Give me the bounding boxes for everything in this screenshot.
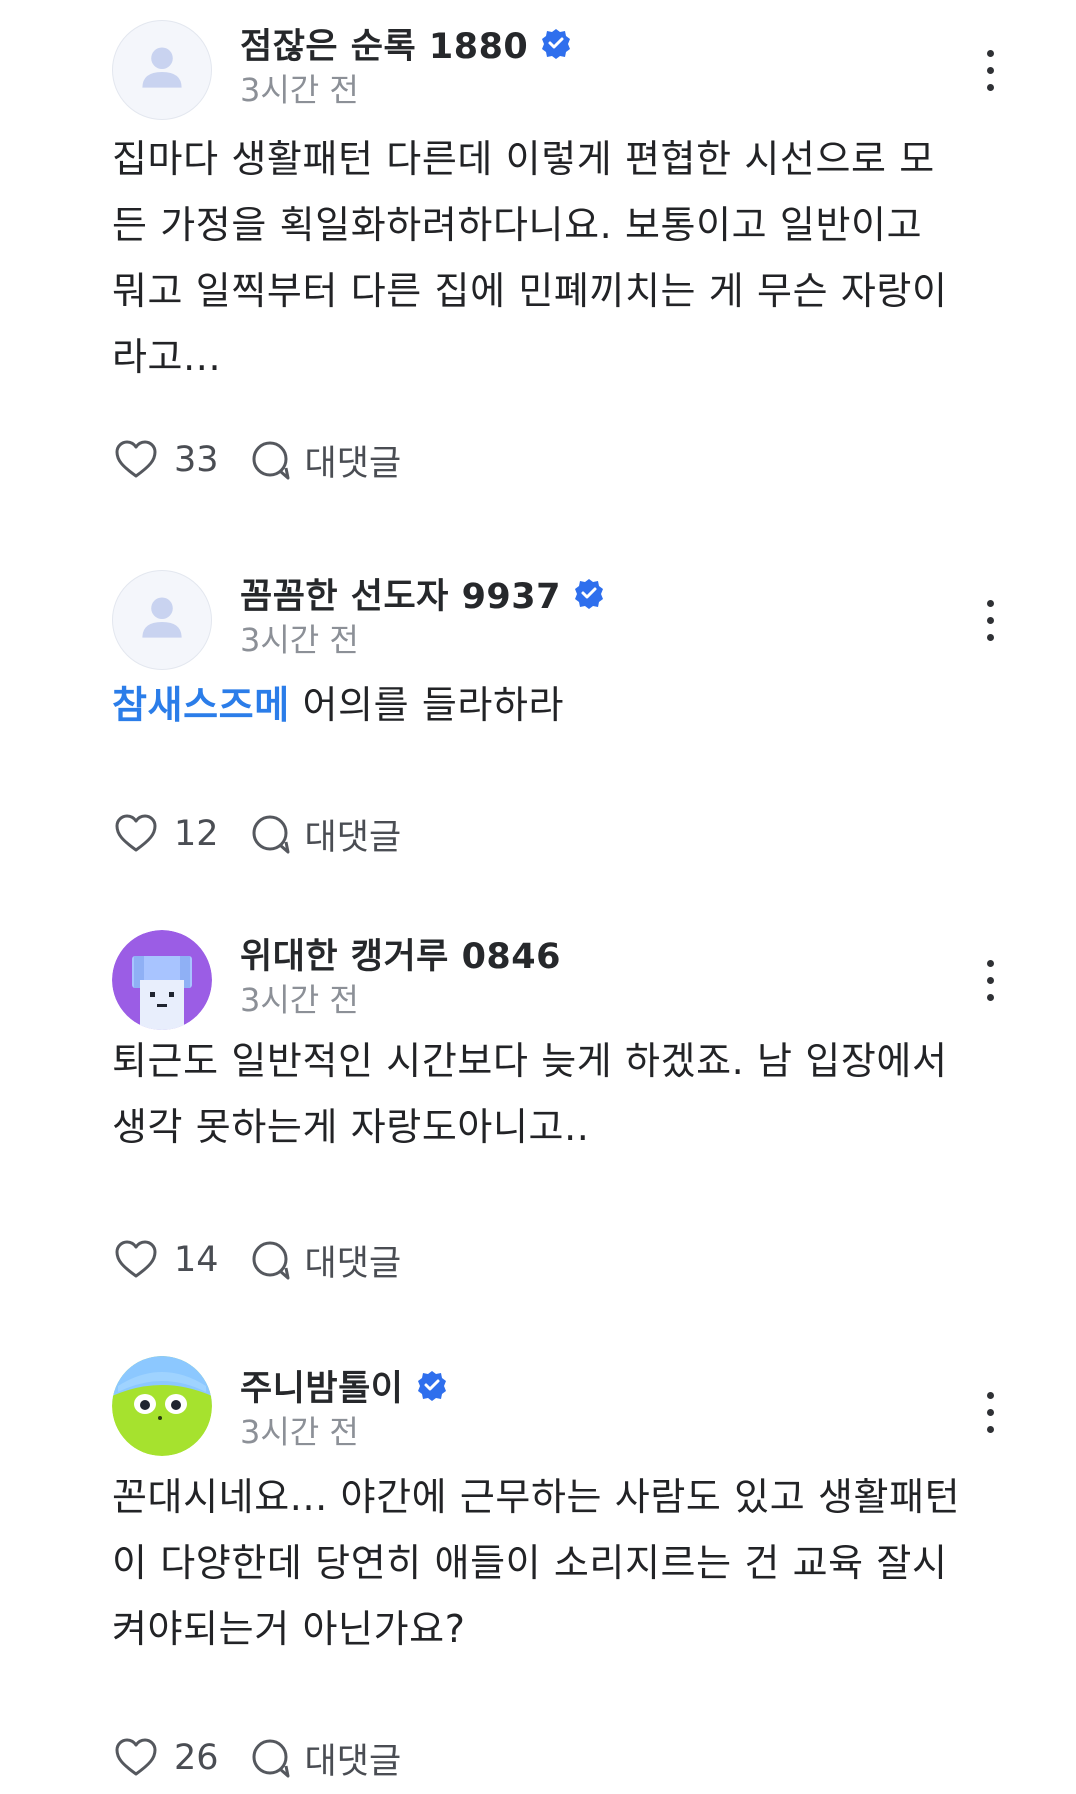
reply-bubble-icon[interactable] [249, 1736, 293, 1780]
user-avatar-icon[interactable] [112, 20, 212, 120]
like-count: 26 [174, 1738, 219, 1778]
comment-item: 위대한 캥거루 0846 3시간 전 퇴근도 일반적인 시간보다 늦게 하겠죠.… [0, 920, 1076, 1284]
comment-time: 3시간 전 [240, 621, 359, 659]
author-name[interactable]: 주니밤톨이 [240, 1362, 448, 1409]
comment-line: 뭐고 일찍부터 다른 집에 민폐끼치는 게 무슨 자랑이 [112, 269, 948, 313]
comment-line: 생각 못하는게 자랑도아니고.. [112, 1105, 590, 1149]
reply-bubble-icon[interactable] [249, 438, 293, 482]
author-name-text: 점잖은 순록 1880 [240, 26, 529, 67]
author-name-text: 주니밤톨이 [240, 1368, 404, 1409]
like-count: 14 [174, 1240, 219, 1280]
more-options-icon[interactable] [968, 1382, 1012, 1442]
comment-item: 점잖은 순록 1880 3시간 전 집마다 생활패턴 다른데 이렇게 편협한 시… [0, 0, 1076, 484]
comment-actions: 12 대댓글 [112, 806, 401, 862]
like-heart-icon[interactable] [112, 436, 160, 484]
reply-button[interactable]: 대댓글 [305, 809, 402, 860]
more-options-icon[interactable] [968, 40, 1012, 100]
author-name[interactable]: 점잖은 순록 1880 [240, 20, 572, 67]
verified-badge-icon [574, 579, 603, 609]
reply-button[interactable]: 대댓글 [305, 1733, 402, 1784]
comment-actions: 33 대댓글 [112, 432, 401, 488]
comment-time: 3시간 전 [240, 1413, 359, 1451]
author-name-text: 위대한 캥거루 0846 [240, 936, 561, 977]
comment-text: 어의를 들라하라 [289, 683, 565, 727]
reply-button[interactable]: 대댓글 [305, 1235, 402, 1286]
like-count: 33 [174, 440, 219, 480]
reply-bubble-icon[interactable] [249, 1238, 293, 1282]
more-options-icon[interactable] [968, 590, 1012, 650]
user-avatar-icon[interactable] [112, 570, 212, 670]
like-heart-icon[interactable] [112, 810, 160, 858]
verified-badge-icon [542, 29, 571, 59]
comment-actions: 14 대댓글 [112, 1232, 401, 1288]
comment-time: 3시간 전 [240, 71, 359, 109]
comment-line: 든 가정을 획일화하려하다니요. 보통이고 일반이고 [112, 203, 923, 247]
comment-line: 꼰대시네요... 야간에 근무하는 사람도 있고 생활패턴 [112, 1475, 961, 1519]
comment-item: 꼼꼼한 선도자 9937 3시간 전 참새스즈메 어의를 들라하라 12 대댓글 [0, 560, 1076, 858]
verified-badge-icon [417, 1371, 446, 1401]
comment-time: 3시간 전 [240, 981, 359, 1019]
more-options-icon[interactable] [968, 950, 1012, 1010]
purple-character-icon[interactable] [112, 930, 212, 1030]
comment-line: 라고... [112, 335, 222, 379]
like-heart-icon[interactable] [112, 1236, 160, 1284]
comment-line: 이 다양한데 당연히 애들이 소리지르는 건 교육 잘시 [112, 1541, 948, 1585]
comment-body: 꼰대시네요... 야간에 근무하는 사람도 있고 생활패턴 이 다양한데 당연히… [112, 1464, 1017, 1662]
author-name-text: 꼼꼼한 선도자 9937 [240, 576, 561, 617]
reply-button[interactable]: 대댓글 [305, 435, 402, 486]
reply-bubble-icon[interactable] [249, 812, 293, 856]
comment-actions: 26 대댓글 [112, 1730, 401, 1786]
mention-tag[interactable]: 참새스즈메 [112, 683, 290, 727]
like-heart-icon[interactable] [112, 1734, 160, 1782]
comment-line: 집마다 생활패턴 다른데 이렇게 편협한 시선으로 모 [112, 137, 935, 181]
comment-body: 참새스즈메 어의를 들라하라 [112, 672, 1017, 738]
comment-line: 켜야되는거 아닌가요? [112, 1607, 466, 1651]
like-count: 12 [174, 814, 219, 854]
author-name[interactable]: 꼼꼼한 선도자 9937 [240, 570, 605, 617]
comment-body: 집마다 생활패턴 다른데 이렇게 편협한 시선으로 모 든 가정을 획일화하려하… [112, 126, 1017, 390]
comment-line: 퇴근도 일반적인 시간보다 늦게 하겠죠. 남 입장에서 [112, 1039, 948, 1083]
green-character-icon[interactable] [112, 1356, 212, 1456]
comment-body: 퇴근도 일반적인 시간보다 늦게 하겠죠. 남 입장에서 생각 못하는게 자랑도… [112, 1028, 1017, 1160]
comment-line: 참새스즈메 어의를 들라하라 [112, 672, 1017, 738]
comment-item: 주니밤톨이 3시간 전 꼰대시네요... 야간에 근무하는 사람도 있고 생활패… [0, 1350, 1076, 1782]
author-name[interactable]: 위대한 캥거루 0846 [240, 930, 561, 977]
